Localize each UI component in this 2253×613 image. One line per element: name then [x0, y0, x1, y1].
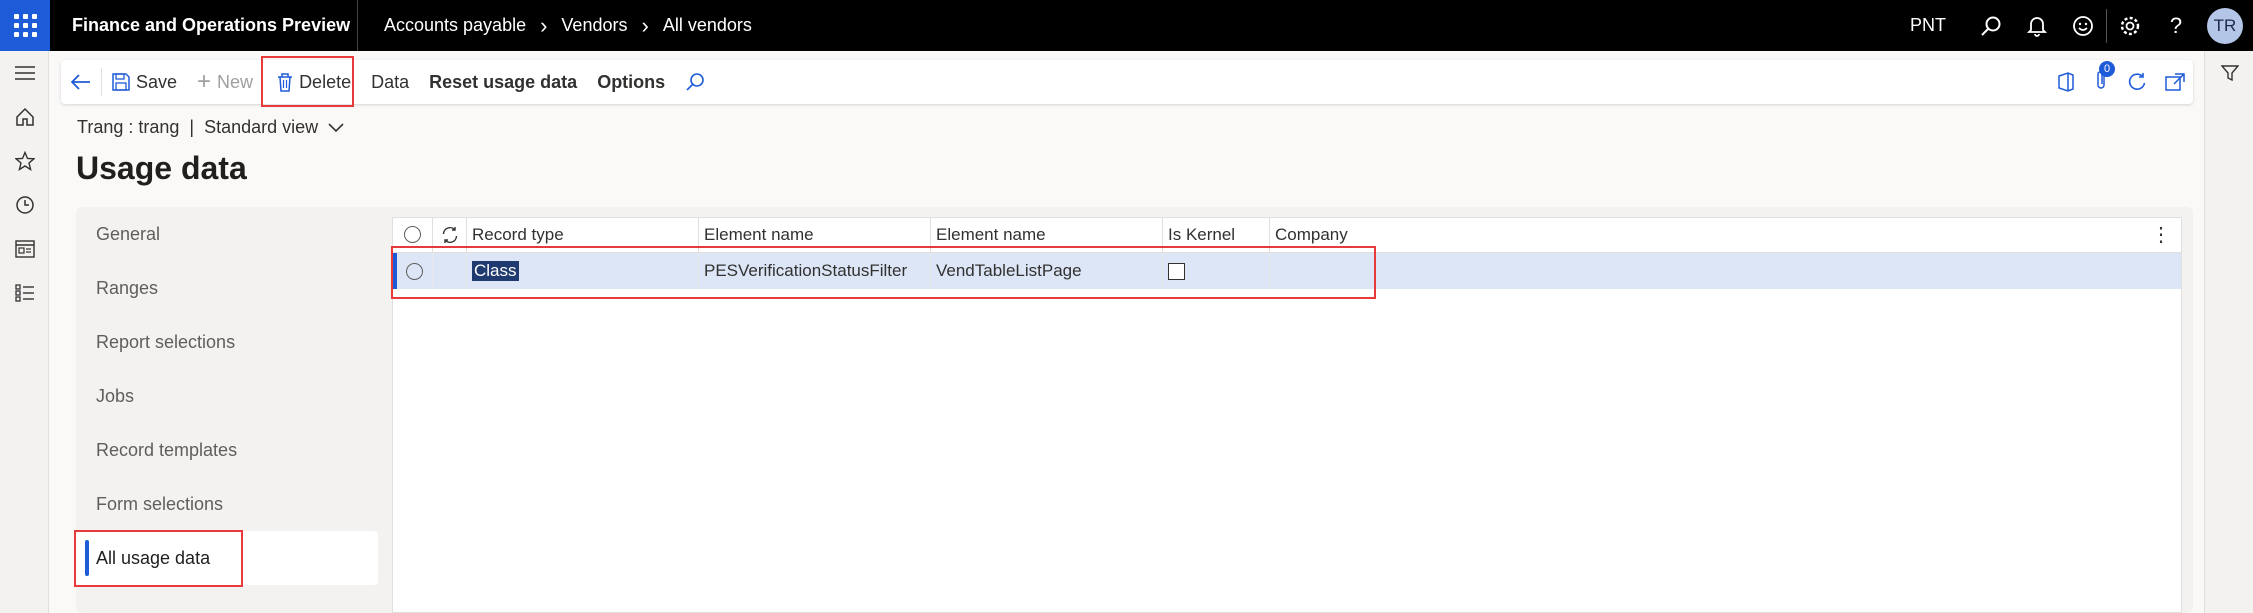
gear-icon [2120, 16, 2140, 35]
save-icon [112, 73, 130, 91]
help-button[interactable]: ? [2153, 0, 2199, 51]
refresh-icon [442, 226, 457, 243]
new-button[interactable]: + New [187, 60, 263, 104]
workspace-icon [14, 240, 35, 258]
radio-icon [404, 226, 421, 243]
list-icon [14, 284, 34, 302]
notifications-button[interactable] [2014, 0, 2060, 51]
avatar[interactable]: TR [2207, 7, 2243, 44]
settings-button[interactable] [2107, 0, 2153, 51]
vertical-tabs: General Ranges Report selections Jobs Re… [76, 207, 378, 585]
chevron-right-icon: › [540, 12, 548, 38]
favorites-button[interactable] [0, 139, 49, 183]
company-picker[interactable]: PNT [1910, 15, 1946, 36]
more-options-icon[interactable]: ⋮ [2151, 222, 2171, 247]
question-icon: ? [2169, 12, 2183, 38]
star-icon [14, 151, 35, 171]
chevron-down-icon[interactable] [328, 122, 344, 133]
top-bar: Finance and Operations Preview Accounts … [0, 0, 2253, 51]
new-label: New [217, 71, 254, 92]
action-search-button[interactable] [675, 60, 715, 104]
app-title[interactable]: Finance and Operations Preview [72, 15, 357, 36]
app-launcher-button[interactable] [0, 0, 50, 51]
tab-report-selections[interactable]: Report selections [76, 315, 378, 369]
smiley-icon [2073, 15, 2093, 36]
chevron-right-icon: › [641, 12, 649, 38]
save-label: Save [136, 71, 178, 92]
search-icon [686, 73, 704, 91]
save-button[interactable]: Save [102, 60, 187, 104]
reset-usage-data-tab[interactable]: Reset usage data [419, 60, 587, 104]
view-name[interactable]: Standard view [204, 117, 318, 138]
open-in-new-window-icon[interactable] [2165, 73, 2185, 91]
feedback-button[interactable] [2060, 0, 2106, 51]
back-button[interactable] [61, 60, 101, 104]
breadcrumb: Accounts payable › Vendors › All vendors [384, 13, 752, 39]
workspaces-button[interactable] [0, 227, 49, 271]
plus-icon: + [197, 68, 212, 95]
delete-highlight [261, 56, 354, 107]
recent-button[interactable] [0, 183, 49, 227]
tab-general[interactable]: General [76, 207, 378, 261]
attachments-button[interactable]: 0 [2093, 60, 2115, 95]
view-selector: Trang : trang | Standard view [77, 117, 344, 138]
filter-pane [2204, 51, 2253, 613]
all-usage-data-highlight [74, 530, 243, 587]
user-label: Trang : trang [77, 117, 180, 137]
breadcrumb-accounts-payable[interactable]: Accounts payable [384, 15, 526, 36]
modules-button[interactable] [0, 271, 49, 315]
options-tab[interactable]: Options [587, 60, 675, 104]
home-button[interactable] [0, 95, 49, 139]
home-icon [15, 107, 34, 126]
data-tab[interactable]: Data [361, 60, 419, 104]
row-highlight [391, 246, 1376, 299]
search-icon [1981, 16, 2001, 36]
refresh-icon[interactable] [2127, 72, 2147, 92]
action-pane: Save + New Delete Data Reset usage data … [61, 60, 2193, 104]
hamburger-icon [14, 66, 35, 80]
tab-record-templates[interactable]: Record templates [76, 423, 378, 477]
tab-jobs[interactable]: Jobs [76, 369, 378, 423]
breadcrumb-all-vendors[interactable]: All vendors [663, 15, 752, 36]
navigation-pane [0, 51, 49, 613]
hamburger-menu-button[interactable] [0, 51, 49, 95]
arrow-left-icon [71, 74, 90, 90]
bell-icon [2027, 16, 2047, 37]
waffle-icon [13, 14, 37, 37]
page-title: Usage data [76, 150, 247, 186]
search-button[interactable] [1968, 0, 2014, 51]
tab-form-selections[interactable]: Form selections [76, 477, 378, 531]
view-separator: | [189, 117, 195, 137]
attachments-count-badge: 0 [2099, 60, 2115, 77]
breadcrumb-vendors[interactable]: Vendors [561, 15, 627, 36]
filter-icon [2220, 65, 2239, 82]
clock-icon [15, 196, 34, 214]
tab-ranges[interactable]: Ranges [76, 261, 378, 315]
office-icon[interactable] [2057, 72, 2075, 92]
filter-button[interactable] [2205, 51, 2253, 95]
